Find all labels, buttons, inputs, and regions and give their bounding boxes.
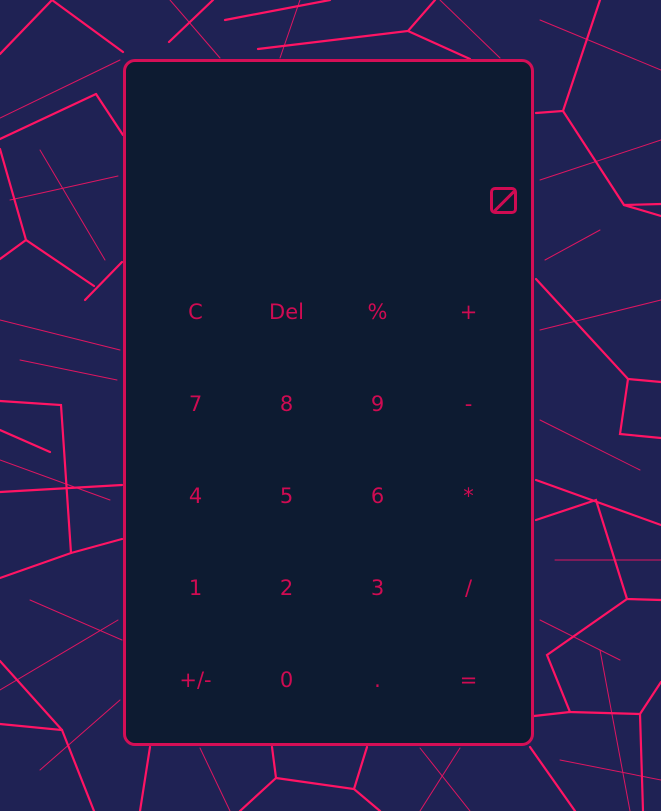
key-1[interactable]: 1 <box>150 542 241 634</box>
key-divide[interactable]: / <box>423 542 514 634</box>
key-3[interactable]: 3 <box>332 542 423 634</box>
key-equals[interactable]: = <box>423 634 514 726</box>
key-8[interactable]: 8 <box>241 358 332 450</box>
key-6[interactable]: 6 <box>332 450 423 542</box>
key-multiply[interactable]: * <box>423 450 514 542</box>
key-plus[interactable]: + <box>423 266 514 358</box>
key-percent[interactable]: % <box>332 266 423 358</box>
key-9[interactable]: 9 <box>332 358 423 450</box>
key-2[interactable]: 2 <box>241 542 332 634</box>
key-7[interactable]: 7 <box>150 358 241 450</box>
key-4[interactable]: 4 <box>150 450 241 542</box>
key-delete[interactable]: Del <box>241 266 332 358</box>
key-clear[interactable]: C <box>150 266 241 358</box>
keypad: C Del% +7 8 9- 4 5 6 * 1 2 3/ +/- 0. = <box>150 266 514 726</box>
key-0[interactable]: 0 <box>241 634 332 726</box>
key-decimal[interactable]: . <box>332 634 423 726</box>
key-5[interactable]: 5 <box>241 450 332 542</box>
key-minus[interactable]: - <box>423 358 514 450</box>
calculator-panel: C Del% +7 8 9- 4 5 6 * 1 2 3/ +/- 0. = <box>123 59 534 746</box>
key-sign[interactable]: +/- <box>150 634 241 726</box>
theme-toggle-icon[interactable] <box>490 187 517 214</box>
display-area <box>146 80 511 270</box>
